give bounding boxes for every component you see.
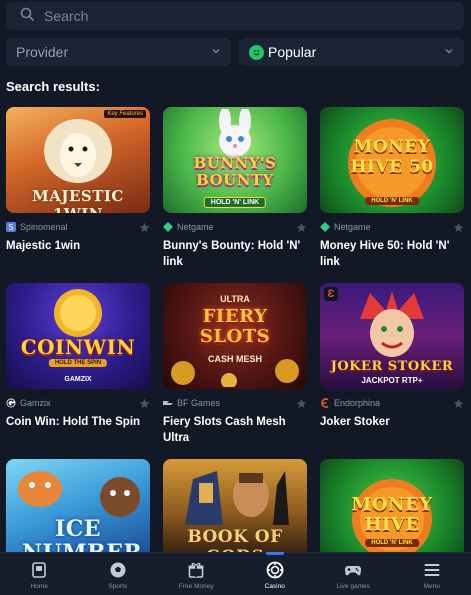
netgame-icon (320, 222, 330, 232)
game-art-badge: HOLD 'N' LINK (365, 539, 419, 547)
nav-item-free-money[interactable]: Free Money (157, 553, 236, 595)
favorite-star-icon[interactable] (453, 222, 464, 233)
game-provider: Spinomenal (20, 222, 68, 232)
game-art-title: FIERY SLOTS (199, 306, 271, 347)
casino-chip-icon (266, 561, 284, 579)
game-provider: Gamzix (20, 398, 51, 408)
game-art-title: JOKER STOKER (330, 359, 454, 374)
hamburger-menu-icon (424, 564, 440, 576)
game-thumbnail[interactable]: MONEY HIVE 50 HOLD 'N' LINK (320, 107, 464, 213)
search-bar[interactable] (6, 2, 464, 30)
game-card[interactable]: ICE NUMBER 1 (6, 459, 150, 552)
game-name[interactable]: Money Hive 50: Hold 'N' link (320, 238, 464, 270)
endorphina-icon (321, 398, 329, 408)
nav-item-live-games[interactable]: Live games (314, 553, 393, 595)
gamzix-icon (6, 398, 16, 408)
game-card[interactable]: MONEY HIVE 50 HOLD 'N' LINK Netgame Mone… (320, 107, 464, 270)
sort-select[interactable]: Popular (239, 38, 464, 66)
favorite-star-icon[interactable] (296, 222, 307, 233)
game-name[interactable]: Majestic 1win (6, 238, 150, 254)
nav-item-sports[interactable]: Sports (79, 553, 158, 595)
game-provider: Netgame (334, 222, 371, 232)
game-name[interactable]: Fiery Slots Cash Mesh Ultra (163, 414, 307, 446)
nav-label: Live games (336, 583, 370, 590)
game-name[interactable]: Joker Stoker (320, 414, 464, 430)
game-art-title: COINWIN (20, 335, 136, 359)
game-art-footer: GAMZIX (64, 376, 92, 383)
favorite-star-icon[interactable] (139, 222, 150, 233)
game-provider: BF Games (177, 398, 221, 408)
endorphina-logo-icon: Ɛ (324, 287, 338, 301)
game-card[interactable]: BOOK OF GODS (163, 459, 307, 552)
gift-icon (188, 562, 204, 578)
smiley-icon (249, 44, 264, 60)
favorite-star-icon[interactable] (453, 398, 464, 409)
favorite-star-icon[interactable] (296, 398, 307, 409)
game-art-badge: HOLD 'N' LINK (203, 197, 267, 208)
nav-item-menu[interactable]: Menu (393, 553, 471, 595)
game-name[interactable]: Coin Win: Hold The Spin (6, 414, 150, 430)
search-input[interactable] (44, 8, 444, 24)
game-art-badge: JACKPOT RTP+ (361, 376, 423, 385)
svg-text:S: S (8, 223, 13, 232)
nav-label: Sports (108, 583, 128, 590)
game-card[interactable]: ULTRA FIERY SLOTS CASH MESH BF Games Fie… (163, 283, 307, 446)
home-icon (32, 562, 47, 578)
nav-label: Free Money (178, 583, 214, 590)
game-art-title: MONEY HIVE 50 (350, 137, 434, 177)
bfgames-icon (163, 401, 173, 405)
game-art-badge: HOLD THE SPIN (48, 359, 108, 367)
game-provider: Netgame (177, 222, 214, 232)
sort-select-label: Popular (268, 44, 317, 60)
game-thumbnail[interactable]: ICE NUMBER 1 (6, 459, 150, 552)
nav-label: Home (30, 583, 48, 590)
game-card[interactable]: Key Features MAJESTIC 1WIN S Spinomenal … (6, 107, 150, 254)
game-art-title: BOOK OF GODS (187, 527, 283, 552)
soccer-ball-icon (110, 562, 126, 578)
search-icon (20, 7, 34, 26)
netgame-icon (163, 222, 173, 232)
game-art-title: BUNNY'S BOUNTY (193, 154, 277, 189)
results-title: Search results: (6, 79, 100, 94)
game-name[interactable]: Bunny's Bounty: Hold 'N' link (163, 238, 307, 270)
game-thumbnail[interactable]: Key Features MAJESTIC 1WIN (6, 107, 150, 213)
provider-select[interactable]: Provider (6, 38, 231, 66)
chevron-down-icon (444, 43, 454, 61)
game-art-title: MAJESTIC 1WIN (32, 187, 124, 213)
spinomenal-icon: S (6, 222, 16, 232)
favorite-star-icon[interactable] (139, 398, 150, 409)
nav-item-casino[interactable]: Casino (236, 553, 315, 595)
game-art-badge: HOLD 'N' LINK (365, 197, 419, 205)
game-art-title: MONEY HIVE (351, 494, 433, 535)
game-thumbnail[interactable]: ULTRA FIERY SLOTS CASH MESH (163, 283, 307, 389)
nav-item-home[interactable]: Home (0, 553, 79, 595)
provider-select-label: Provider (16, 44, 69, 60)
nav-label: Casino (264, 583, 285, 590)
nav-label: Menu (423, 583, 440, 590)
game-provider: Endorphina (334, 398, 381, 408)
game-thumbnail[interactable]: MONEY HIVE HOLD 'N' LINK (320, 459, 464, 552)
game-card[interactable]: COINWIN HOLD THE SPIN GAMZIX Gamzix Coin… (6, 283, 150, 430)
chevron-down-icon (211, 43, 221, 61)
bottom-nav: Home Sports Free Money Casino Live games… (0, 552, 471, 595)
game-thumbnail[interactable]: COINWIN HOLD THE SPIN GAMZIX (6, 283, 150, 389)
gamepad-icon (345, 566, 362, 576)
game-art-badge: Key Features (104, 110, 146, 118)
game-art-top: ULTRA (220, 294, 250, 304)
game-thumbnail[interactable]: BOOK OF GODS (163, 459, 307, 552)
game-card[interactable]: BUNNY'S BOUNTY HOLD 'N' LINK Netgame Bun… (163, 107, 307, 270)
filters-row: Provider Popular (6, 38, 464, 66)
game-art-title: ICE NUMBER 1 (22, 516, 142, 552)
game-thumbnail[interactable]: Ɛ JOKER STOKER JACKPOT RTP+ (320, 283, 464, 389)
game-card[interactable]: MONEY HIVE HOLD 'N' LINK (320, 459, 464, 552)
game-thumbnail[interactable]: BUNNY'S BOUNTY HOLD 'N' LINK (163, 107, 307, 213)
game-card[interactable]: Ɛ JOKER STOKER JACKPOT RTP+ Endorphina J… (320, 283, 464, 430)
